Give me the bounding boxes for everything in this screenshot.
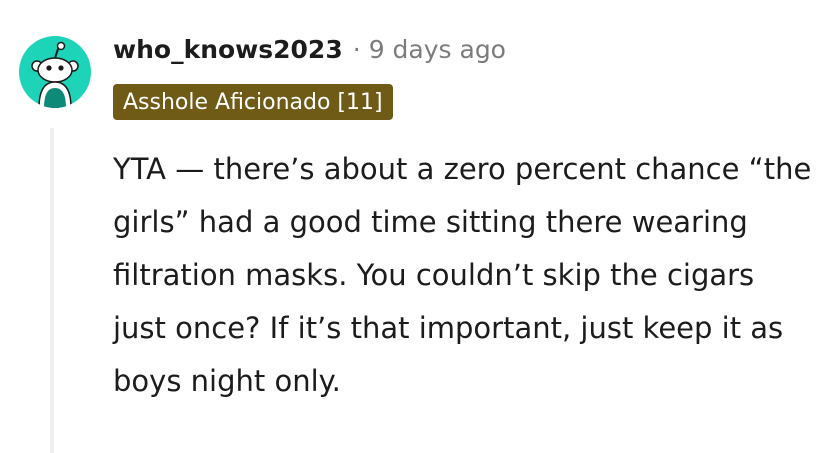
user-avatar[interactable] bbox=[19, 36, 91, 108]
comment-meta: who_knows2023 · 9 days ago bbox=[113, 30, 506, 68]
user-flair: Asshole Aficionado [11] bbox=[113, 84, 393, 120]
username-link[interactable]: who_knows2023 bbox=[113, 35, 343, 64]
separator-dot: · bbox=[352, 34, 361, 64]
snoo-avatar-icon bbox=[31, 41, 79, 108]
thread-line[interactable] bbox=[50, 128, 54, 453]
timestamp-link[interactable]: 9 days ago bbox=[369, 35, 506, 64]
comment: who_knows2023 · 9 days ago Asshole Afici… bbox=[0, 0, 833, 453]
comment-body: YTA — there’s about a zero percent chanc… bbox=[113, 152, 812, 398]
